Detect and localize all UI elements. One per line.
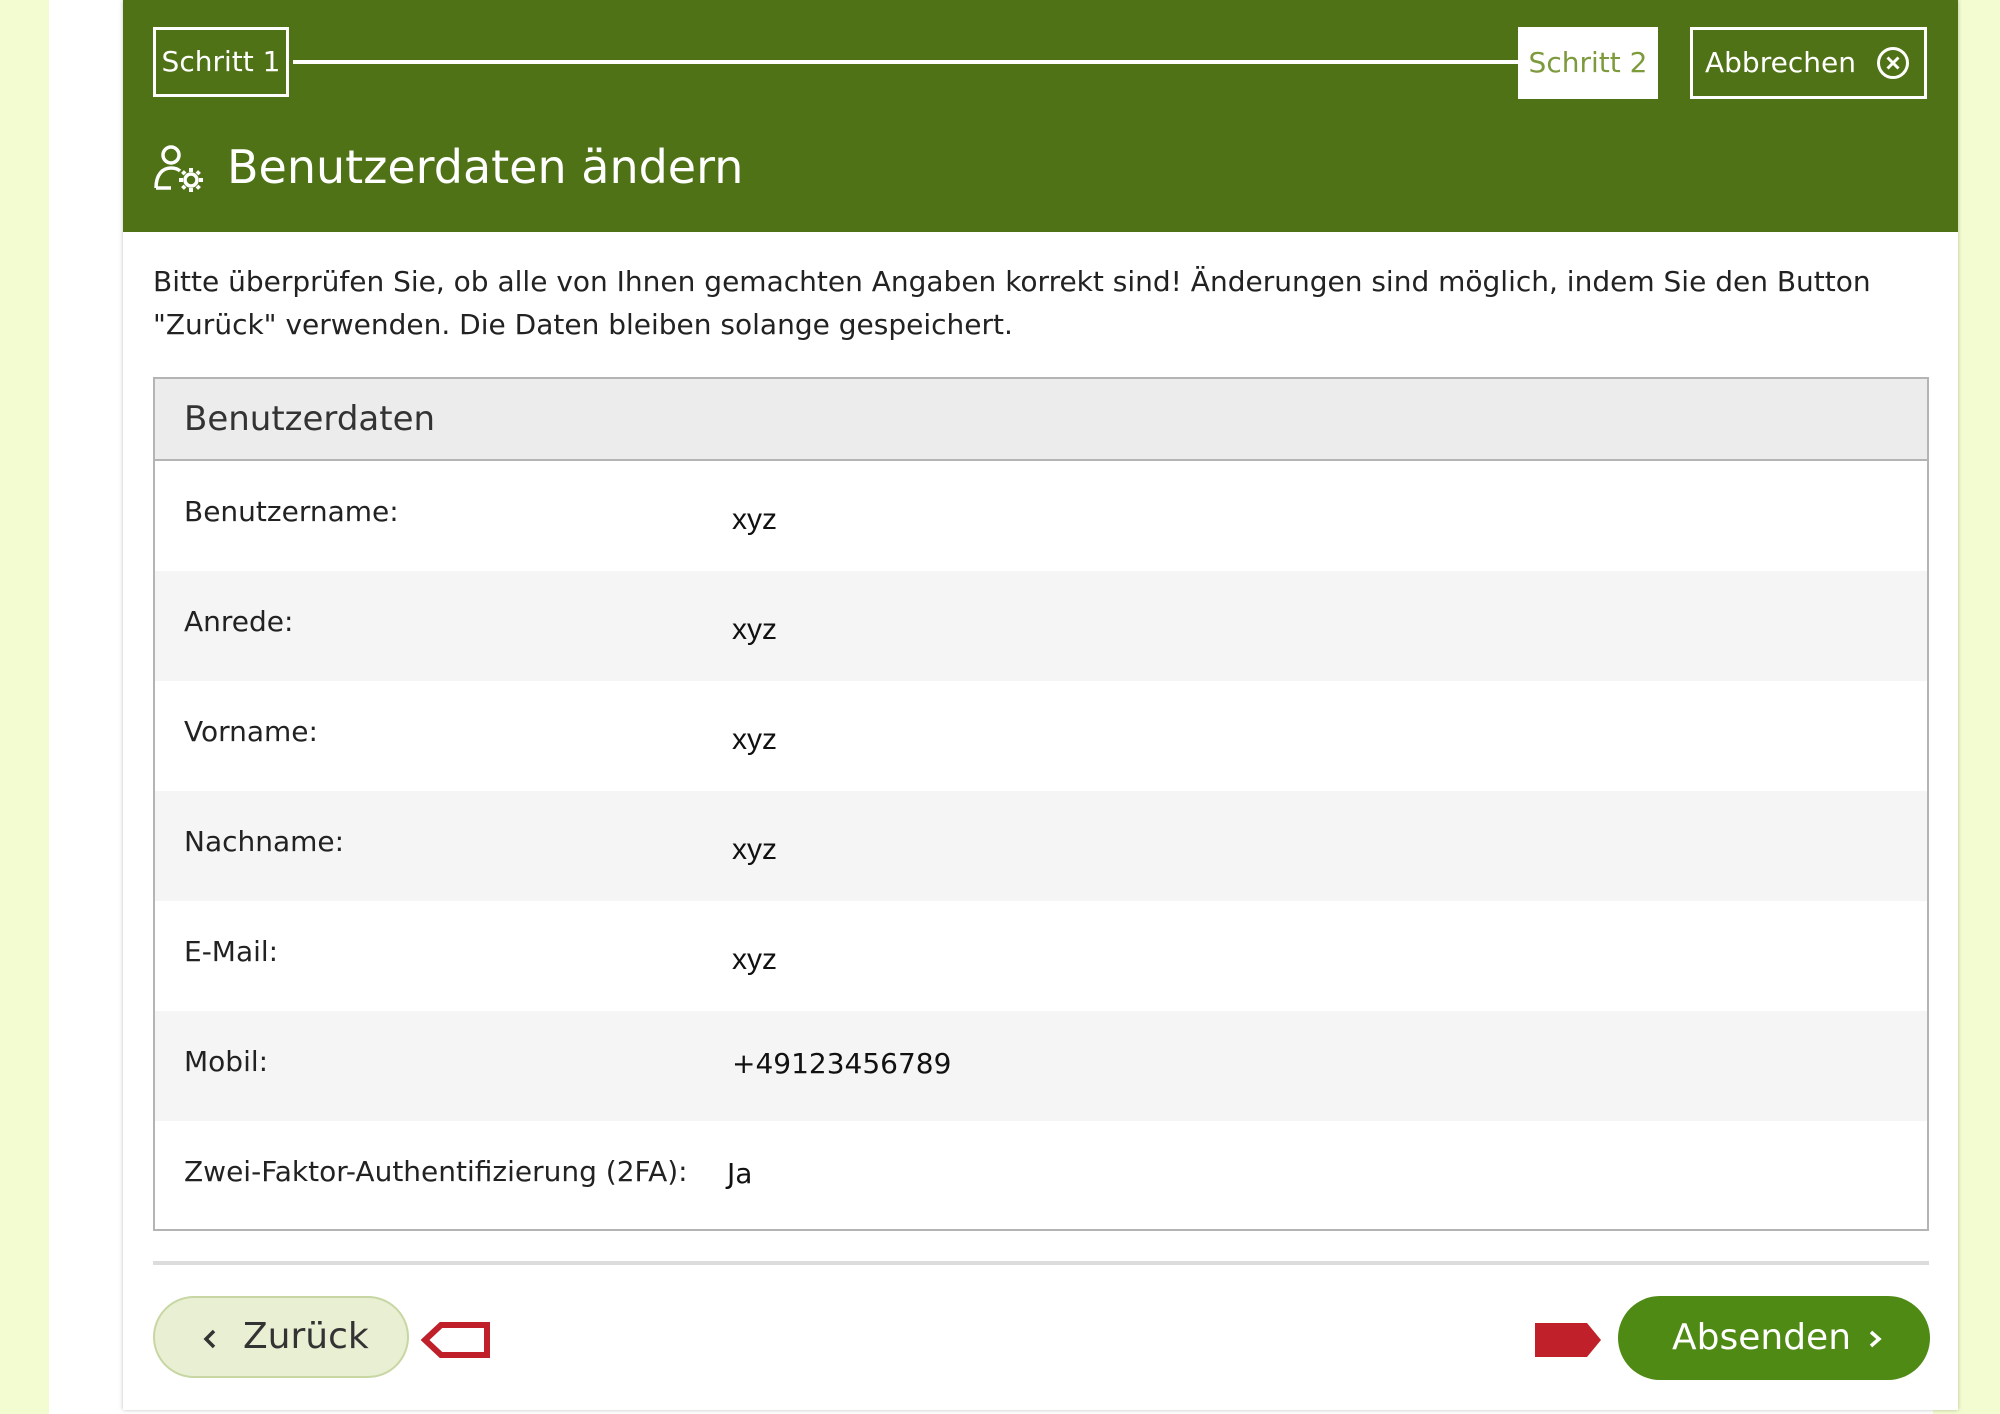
- step-1-indicator: Schritt 1: [153, 27, 289, 97]
- cancel-button[interactable]: Abbrechen: [1690, 27, 1927, 99]
- row-label: E-Mail:: [184, 935, 279, 968]
- row-value: Ja: [727, 1157, 753, 1190]
- row-label: Mobil:: [184, 1045, 269, 1078]
- row-label: Benutzername:: [184, 495, 399, 528]
- wizard-card: Schritt 1 Schritt 2 Abbrechen Benutzerda…: [123, 0, 1958, 1410]
- row-value: xyz: [732, 503, 777, 536]
- data-row-2fa: Zwei-Faktor-Authentifizierung (2FA): Ja: [155, 1121, 1927, 1231]
- wizard-header: Schritt 1 Schritt 2 Abbrechen Benutzerda…: [123, 0, 1958, 232]
- row-label: Nachname:: [184, 825, 345, 858]
- submit-button[interactable]: Absenden: [1618, 1296, 1930, 1380]
- user-data-panel: Benutzerdaten Benutzername: xyz Anrede: …: [153, 377, 1929, 1231]
- data-row-username: Benutzername: xyz: [155, 461, 1927, 571]
- row-value: xyz: [732, 613, 777, 646]
- arrow-left-annotation-icon: [421, 1322, 490, 1358]
- page-frame: Schritt 1 Schritt 2 Abbrechen Benutzerda…: [49, 0, 1958, 1414]
- row-value: +49123456789: [732, 1047, 952, 1080]
- cancel-button-label: Abbrechen: [1705, 46, 1856, 79]
- review-instructions: Bitte überprüfen Sie, ob alle von Ihnen …: [153, 265, 1871, 341]
- arrow-right-annotation-icon: [1535, 1323, 1601, 1357]
- row-value: xyz: [732, 943, 777, 976]
- data-row-mobile: Mobil: +49123456789: [155, 1011, 1927, 1121]
- row-label: Anrede:: [184, 605, 294, 638]
- user-settings-icon: [154, 145, 203, 192]
- data-row-salutation: Anrede: xyz: [155, 571, 1927, 681]
- actions-divider: [153, 1261, 1929, 1265]
- back-button-label: Zurück: [243, 1316, 369, 1357]
- row-value: xyz: [732, 833, 777, 866]
- panel-heading: Benutzerdaten: [155, 379, 1927, 461]
- chevron-left-icon: [203, 1329, 216, 1349]
- data-row-first-name: Vorname: xyz: [155, 681, 1927, 791]
- data-row-email: E-Mail: xyz: [155, 901, 1927, 1011]
- close-circle-icon: [1877, 47, 1909, 79]
- row-value: xyz: [732, 723, 777, 756]
- row-label: Vorname:: [184, 715, 318, 748]
- chevron-right-icon: [1869, 1330, 1882, 1348]
- submit-button-label: Absenden: [1672, 1317, 1852, 1358]
- back-button[interactable]: Zurück: [153, 1296, 409, 1378]
- row-label: Zwei-Faktor-Authentifizierung (2FA):: [184, 1155, 688, 1188]
- page-title: Benutzerdaten ändern: [227, 140, 744, 194]
- step-progress-line: [293, 60, 1593, 64]
- step-2-indicator: Schritt 2: [1518, 27, 1658, 99]
- data-row-last-name: Nachname: xyz: [155, 791, 1927, 901]
